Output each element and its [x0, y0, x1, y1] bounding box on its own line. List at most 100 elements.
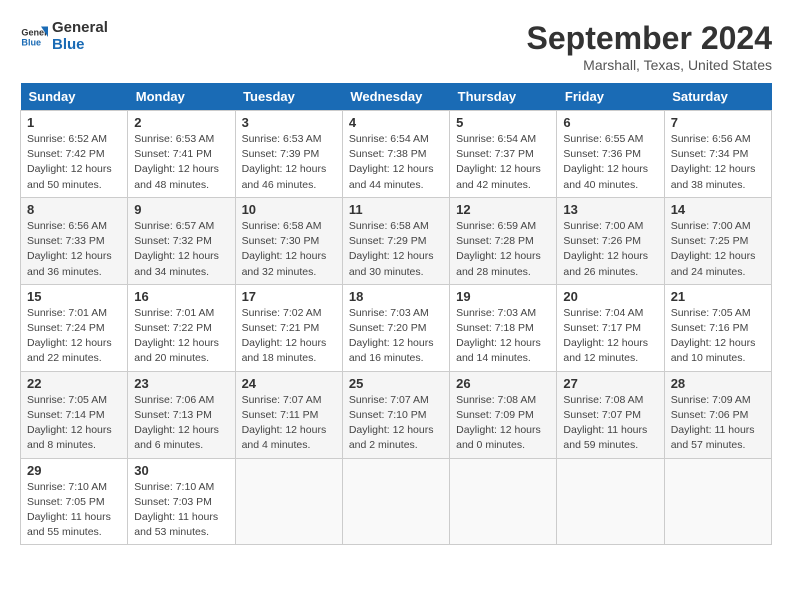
day-number: 8	[27, 202, 121, 217]
week-row-4: 22Sunrise: 7:05 AMSunset: 7:14 PMDayligh…	[21, 371, 772, 458]
day-info: Sunrise: 7:10 AMSunset: 7:03 PMDaylight:…	[134, 480, 228, 541]
calendar-cell: 20 Sunrise: 7:04 AMSunset: 7:17 PMDayligh…	[557, 284, 664, 371]
col-header-sunday: Sunday	[21, 83, 128, 111]
calendar-cell: 21 Sunrise: 7:05 AMSunset: 7:16 PMDayligh…	[664, 284, 771, 371]
day-info: Sunrise: 7:10 AMSunset: 7:05 PMDaylight:…	[27, 480, 121, 541]
day-info: Sunrise: 7:07 AMSunset: 7:11 PMDaylight:…	[242, 393, 336, 454]
title-area: September 2024 Marshall, Texas, United S…	[527, 20, 772, 73]
day-number: 10	[242, 202, 336, 217]
day-number: 28	[671, 376, 765, 391]
day-info: Sunrise: 7:00 AMSunset: 7:26 PMDaylight:…	[563, 219, 657, 280]
day-info: Sunrise: 7:01 AMSunset: 7:24 PMDaylight:…	[27, 306, 121, 367]
day-info: Sunrise: 7:01 AMSunset: 7:22 PMDaylight:…	[134, 306, 228, 367]
day-number: 24	[242, 376, 336, 391]
logo: General Blue General Blue	[20, 20, 108, 53]
calendar-cell: 10 Sunrise: 6:58 AMSunset: 7:30 PMDayligh…	[235, 197, 342, 284]
calendar-cell: 5Sunrise: 6:54 AMSunset: 7:37 PMDaylight…	[450, 111, 557, 198]
calendar-cell: 3 Sunrise: 6:53 AMSunset: 7:39 PMDaylight…	[235, 111, 342, 198]
logo-general: General	[52, 20, 108, 37]
header: General Blue General Blue September 2024…	[20, 20, 772, 73]
col-header-tuesday: Tuesday	[235, 83, 342, 111]
calendar-cell	[342, 458, 449, 545]
calendar-cell: 30 Sunrise: 7:10 AMSunset: 7:03 PMDayligh…	[128, 458, 235, 545]
calendar-cell: 2 Sunrise: 6:53 AMSunset: 7:41 PMDaylight…	[128, 111, 235, 198]
day-info: Sunrise: 7:07 AMSunset: 7:10 PMDaylight:…	[349, 393, 443, 454]
calendar-cell	[664, 458, 771, 545]
day-number: 17	[242, 289, 336, 304]
day-info: Sunrise: 7:03 AMSunset: 7:18 PMDaylight:…	[456, 306, 550, 367]
day-number: 11	[349, 202, 443, 217]
col-header-friday: Friday	[557, 83, 664, 111]
col-header-wednesday: Wednesday	[342, 83, 449, 111]
day-info: Sunrise: 6:53 AMSunset: 7:39 PMDaylight:…	[242, 132, 336, 193]
calendar-cell: 9Sunrise: 6:57 AMSunset: 7:32 PMDaylight…	[128, 197, 235, 284]
day-info: Sunrise: 7:02 AMSunset: 7:21 PMDaylight:…	[242, 306, 336, 367]
col-header-saturday: Saturday	[664, 83, 771, 111]
day-info: Sunrise: 7:05 AMSunset: 7:16 PMDaylight:…	[671, 306, 765, 367]
day-number: 25	[349, 376, 443, 391]
week-row-2: 8 Sunrise: 6:56 AMSunset: 7:33 PMDaylight…	[21, 197, 772, 284]
day-number: 4	[349, 115, 443, 130]
calendar-cell: 16 Sunrise: 7:01 AMSunset: 7:22 PMDayligh…	[128, 284, 235, 371]
logo-icon: General Blue	[20, 23, 48, 51]
day-info: Sunrise: 7:09 AMSunset: 7:06 PMDaylight:…	[671, 393, 765, 454]
day-info: Sunrise: 7:08 AMSunset: 7:09 PMDaylight:…	[456, 393, 550, 454]
month-year: September 2024	[527, 20, 772, 57]
calendar-cell: 8 Sunrise: 6:56 AMSunset: 7:33 PMDaylight…	[21, 197, 128, 284]
day-info: Sunrise: 6:58 AMSunset: 7:30 PMDaylight:…	[242, 219, 336, 280]
calendar-cell: 25 Sunrise: 7:07 AMSunset: 7:10 PMDayligh…	[342, 371, 449, 458]
calendar-cell: 24 Sunrise: 7:07 AMSunset: 7:11 PMDayligh…	[235, 371, 342, 458]
day-info: Sunrise: 6:58 AMSunset: 7:29 PMDaylight:…	[349, 219, 443, 280]
calendar-cell: 14 Sunrise: 7:00 AMSunset: 7:25 PMDayligh…	[664, 197, 771, 284]
day-number: 16	[134, 289, 228, 304]
day-number: 23	[134, 376, 228, 391]
day-number: 9	[134, 202, 228, 217]
day-info: Sunrise: 6:52 AMSunset: 7:42 PMDaylight:…	[27, 132, 121, 193]
day-number: 20	[563, 289, 657, 304]
col-header-thursday: Thursday	[450, 83, 557, 111]
day-info: Sunrise: 7:05 AMSunset: 7:14 PMDaylight:…	[27, 393, 121, 454]
day-info: Sunrise: 6:53 AMSunset: 7:41 PMDaylight:…	[134, 132, 228, 193]
day-info: Sunrise: 6:54 AMSunset: 7:38 PMDaylight:…	[349, 132, 443, 193]
calendar-cell: 18 Sunrise: 7:03 AMSunset: 7:20 PMDayligh…	[342, 284, 449, 371]
calendar-cell: 26Sunrise: 7:08 AMSunset: 7:09 PMDayligh…	[450, 371, 557, 458]
calendar-cell	[557, 458, 664, 545]
week-row-3: 15Sunrise: 7:01 AMSunset: 7:24 PMDayligh…	[21, 284, 772, 371]
day-info: Sunrise: 6:54 AMSunset: 7:37 PMDaylight:…	[456, 132, 550, 193]
day-number: 2	[134, 115, 228, 130]
day-number: 21	[671, 289, 765, 304]
day-number: 27	[563, 376, 657, 391]
logo-blue: Blue	[52, 37, 108, 54]
calendar-cell: 29 Sunrise: 7:10 AMSunset: 7:05 PMDayligh…	[21, 458, 128, 545]
calendar-cell: 4 Sunrise: 6:54 AMSunset: 7:38 PMDaylight…	[342, 111, 449, 198]
calendar-cell: 1 Sunrise: 6:52 AMSunset: 7:42 PMDaylight…	[21, 111, 128, 198]
calendar-table: SundayMondayTuesdayWednesdayThursdayFrid…	[20, 83, 772, 545]
calendar-cell: 13Sunrise: 7:00 AMSunset: 7:26 PMDayligh…	[557, 197, 664, 284]
calendar-cell: 7Sunrise: 6:56 AMSunset: 7:34 PMDaylight…	[664, 111, 771, 198]
calendar-cell: 27 Sunrise: 7:08 AMSunset: 7:07 PMDayligh…	[557, 371, 664, 458]
day-number: 1	[27, 115, 121, 130]
day-info: Sunrise: 6:56 AMSunset: 7:33 PMDaylight:…	[27, 219, 121, 280]
calendar-cell: 17 Sunrise: 7:02 AMSunset: 7:21 PMDayligh…	[235, 284, 342, 371]
day-number: 18	[349, 289, 443, 304]
day-number: 19	[456, 289, 550, 304]
day-number: 14	[671, 202, 765, 217]
day-number: 7	[671, 115, 765, 130]
svg-text:Blue: Blue	[21, 37, 41, 47]
day-number: 3	[242, 115, 336, 130]
day-info: Sunrise: 7:04 AMSunset: 7:17 PMDaylight:…	[563, 306, 657, 367]
location: Marshall, Texas, United States	[527, 57, 772, 73]
day-number: 30	[134, 463, 228, 478]
day-info: Sunrise: 6:55 AMSunset: 7:36 PMDaylight:…	[563, 132, 657, 193]
day-info: Sunrise: 7:08 AMSunset: 7:07 PMDaylight:…	[563, 393, 657, 454]
day-info: Sunrise: 7:06 AMSunset: 7:13 PMDaylight:…	[134, 393, 228, 454]
calendar-cell: 6Sunrise: 6:55 AMSunset: 7:36 PMDaylight…	[557, 111, 664, 198]
day-number: 12	[456, 202, 550, 217]
day-info: Sunrise: 7:03 AMSunset: 7:20 PMDaylight:…	[349, 306, 443, 367]
header-row: SundayMondayTuesdayWednesdayThursdayFrid…	[21, 83, 772, 111]
day-number: 29	[27, 463, 121, 478]
calendar-cell: 12Sunrise: 6:59 AMSunset: 7:28 PMDayligh…	[450, 197, 557, 284]
day-info: Sunrise: 7:00 AMSunset: 7:25 PMDaylight:…	[671, 219, 765, 280]
calendar-cell	[450, 458, 557, 545]
calendar-cell: 15Sunrise: 7:01 AMSunset: 7:24 PMDayligh…	[21, 284, 128, 371]
